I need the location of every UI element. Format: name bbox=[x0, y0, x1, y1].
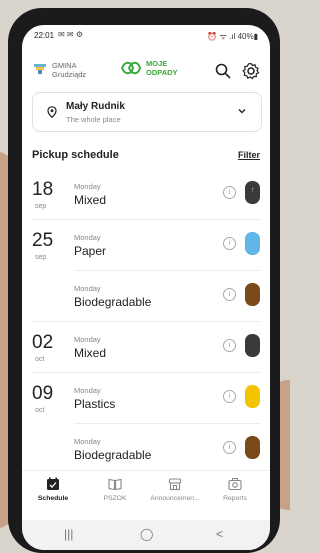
row-divider bbox=[32, 219, 260, 220]
schedule-row[interactable]: 18 sep Monday Mixed i ↑ bbox=[22, 170, 270, 220]
app-logo-text: MOJE ODPADY bbox=[146, 59, 178, 77]
filter-link[interactable]: Filter bbox=[238, 150, 260, 160]
location-pin-icon bbox=[47, 106, 57, 118]
city-logo-icon bbox=[34, 64, 46, 74]
back-button[interactable]: < bbox=[216, 527, 223, 541]
nav-label-announcements: Announcemen... bbox=[150, 495, 200, 502]
date-month: oct bbox=[35, 407, 45, 414]
waste-type: Biodegradable bbox=[74, 295, 152, 309]
calendar-icon bbox=[47, 477, 59, 490]
location-selector[interactable]: Mały Rudnik The whole place bbox=[32, 92, 262, 132]
waste-color-badge: ↑ bbox=[245, 181, 260, 204]
waste-type: Mixed bbox=[74, 346, 107, 360]
status-time: 22:01 bbox=[34, 31, 55, 40]
info-icon[interactable]: i bbox=[223, 237, 236, 250]
schedule-title: Pickup schedule bbox=[32, 149, 119, 161]
waste-color-badge bbox=[245, 436, 260, 459]
notification-icons: ✉ ✉ ⚙ bbox=[58, 30, 84, 39]
home-button[interactable]: ◯ bbox=[140, 527, 153, 541]
app-screen: 22:01 ✉ ✉ ⚙ ⏰ ᯤ .ıl 40%▮ GMINA Grudziądz… bbox=[22, 25, 270, 550]
book-icon bbox=[108, 478, 122, 491]
date-day: 09 bbox=[32, 383, 54, 404]
schedule-row[interactable]: Monday Biodegradable i bbox=[22, 425, 270, 475]
row-divider bbox=[32, 321, 260, 322]
waste-color-badge bbox=[245, 385, 260, 408]
date-month: sep bbox=[35, 203, 47, 210]
nav-label-reports: Reports bbox=[223, 495, 247, 502]
row-divider bbox=[74, 423, 260, 424]
info-icon[interactable]: i bbox=[223, 390, 236, 403]
row-divider bbox=[74, 270, 260, 271]
nav-reports[interactable]: Reports bbox=[206, 477, 264, 502]
waste-type: Biodegradable bbox=[74, 448, 152, 462]
waste-color-badge bbox=[245, 283, 260, 306]
weekday-label: Monday bbox=[74, 182, 101, 191]
moje-odpady-leaf-icon bbox=[120, 61, 142, 75]
weekday-label: Monday bbox=[74, 233, 101, 242]
schedule-row[interactable]: 02 oct Monday Mixed i bbox=[22, 323, 270, 373]
arrow-up-icon: ↑ bbox=[250, 185, 255, 194]
city-name: GMINA Grudziądz bbox=[52, 61, 87, 79]
phone-frame: 22:01 ✉ ✉ ⚙ ⏰ ᯤ .ıl 40%▮ GMINA Grudziądz… bbox=[8, 8, 280, 553]
nav-announcements[interactable]: Announcemen... bbox=[146, 477, 204, 502]
info-icon[interactable]: i bbox=[223, 441, 236, 454]
schedule-row[interactable]: Monday Biodegradable i bbox=[22, 272, 270, 322]
date-day: 25 bbox=[32, 230, 54, 251]
date-day: 02 bbox=[32, 332, 54, 353]
waste-color-badge bbox=[245, 232, 260, 255]
waste-type: Paper bbox=[74, 244, 107, 258]
weekday-label: Monday bbox=[74, 437, 101, 446]
date-day: 18 bbox=[32, 179, 54, 200]
nav-label-schedule: Schedule bbox=[37, 495, 69, 502]
weekday-label: Monday bbox=[74, 386, 101, 395]
camera-icon bbox=[228, 478, 242, 491]
waste-type: Plastics bbox=[74, 397, 116, 411]
schedule-row[interactable]: 25 sep Monday Paper i bbox=[22, 221, 270, 271]
waste-type: Mixed bbox=[74, 193, 107, 207]
waste-color-badge bbox=[245, 334, 260, 357]
info-icon[interactable]: i bbox=[223, 339, 236, 352]
location-name: Mały Rudnik bbox=[66, 101, 125, 112]
location-subtitle: The whole place bbox=[66, 115, 121, 124]
system-navigation-bar: ||| ◯ < bbox=[22, 520, 270, 550]
weekday-label: Monday bbox=[74, 335, 101, 344]
recent-apps-button[interactable]: ||| bbox=[64, 527, 73, 541]
info-icon[interactable]: i bbox=[223, 186, 236, 199]
store-icon bbox=[168, 478, 182, 491]
nav-schedule[interactable]: Schedule bbox=[24, 477, 82, 502]
date-month: oct bbox=[35, 356, 45, 363]
app-header: GMINA Grudziądz MOJE ODPADY bbox=[22, 50, 270, 92]
gear-icon[interactable] bbox=[242, 62, 260, 80]
weekday-label: Monday bbox=[74, 284, 101, 293]
row-divider bbox=[32, 372, 260, 373]
chevron-down-icon bbox=[238, 109, 246, 114]
status-bar: 22:01 ✉ ✉ ⚙ ⏰ ᯤ .ıl 40%▮ bbox=[22, 25, 270, 47]
bottom-navigation: Schedule PSZOK Announcemen... Reports bbox=[22, 470, 270, 519]
nav-pszok[interactable]: PSZOK bbox=[86, 477, 144, 502]
info-icon[interactable]: i bbox=[223, 288, 236, 301]
schedule-row[interactable]: 09 oct Monday Plastics i bbox=[22, 374, 270, 424]
date-month: sep bbox=[35, 254, 47, 261]
nav-label-pszok: PSZOK bbox=[103, 495, 127, 502]
search-icon[interactable] bbox=[214, 62, 232, 80]
status-right-icons: ⏰ ᯤ .ıl 40%▮ bbox=[207, 32, 258, 41]
